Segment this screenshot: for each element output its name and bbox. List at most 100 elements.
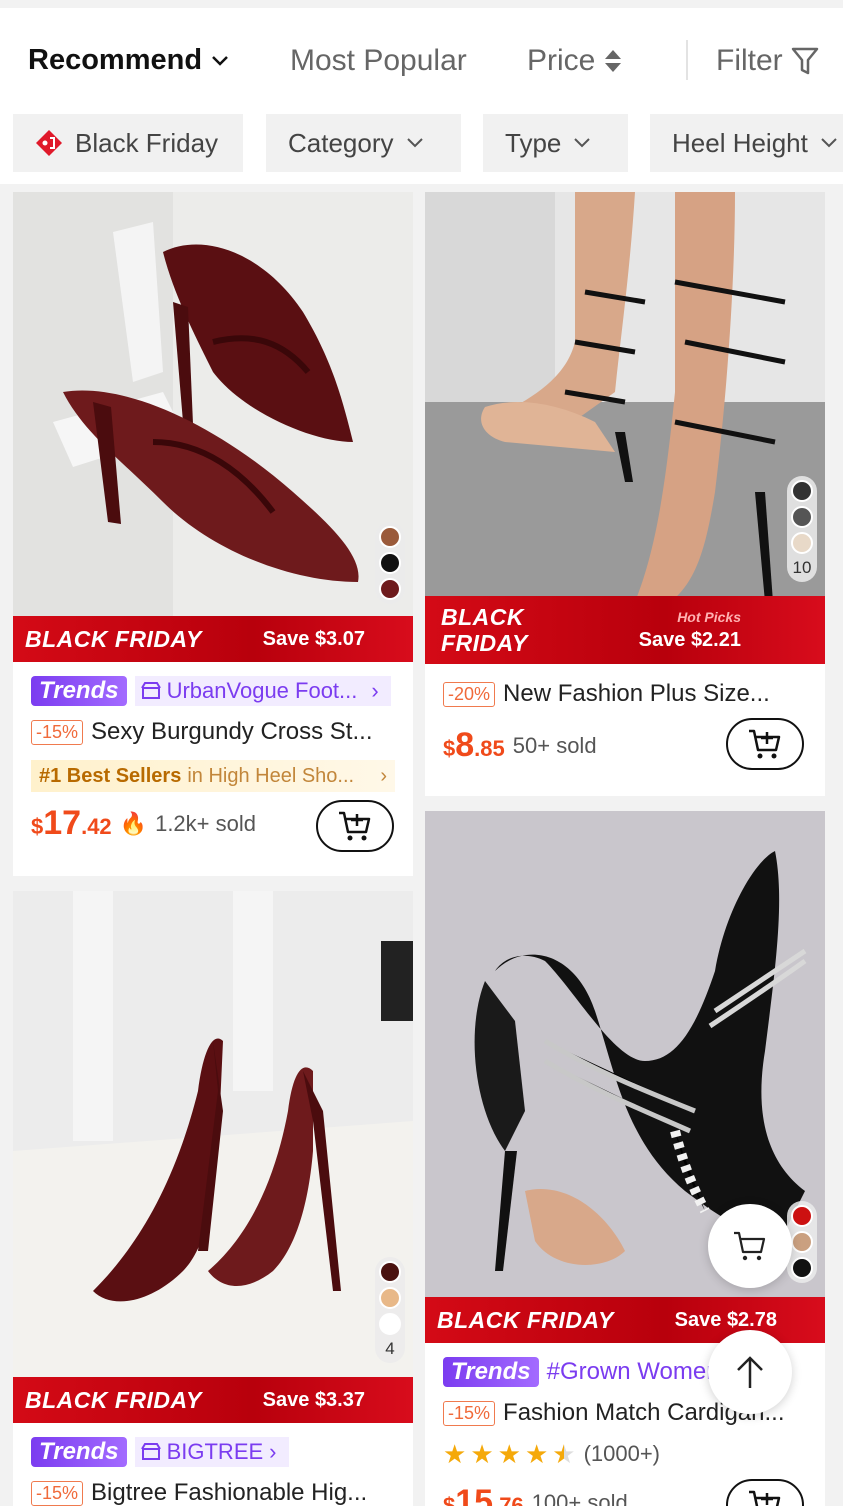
chip-black-friday-label: Black Friday: [75, 127, 219, 158]
filter-icon: [791, 47, 818, 75]
product-image[interactable]: [13, 192, 413, 617]
tag-icon: [36, 130, 62, 156]
product-card[interactable]: BLACK FRIDAY Save $3.07 Trends UrbanVogu…: [13, 192, 413, 876]
swatch[interactable]: [791, 506, 813, 528]
title-row: -15% Bigtree Fashionable Hig...: [31, 1479, 395, 1506]
store-link[interactable]: UrbanVogue Foot... ›: [134, 676, 391, 706]
price-integer: 17: [43, 804, 82, 842]
title-row: -15% Sexy Burgundy Cross St...: [31, 718, 395, 746]
add-to-cart-button[interactable]: [726, 1479, 804, 1506]
discount-badge: -15%: [443, 1400, 496, 1426]
filter-label: Filter: [716, 44, 783, 77]
product-title[interactable]: Sexy Burgundy Cross St...: [91, 718, 372, 746]
chip-category-label: Category: [288, 127, 394, 158]
title-row: -20% New Fashion Plus Size...: [443, 680, 807, 708]
star-icon: ★: [443, 1441, 467, 1467]
hot-picks-label: Hot Picks: [677, 608, 741, 625]
sort-price[interactable]: Price: [527, 44, 623, 78]
star-icon: ★: [524, 1441, 549, 1467]
swatch[interactable]: [379, 552, 401, 574]
swatch[interactable]: [791, 1257, 813, 1279]
swatch-count: 4: [385, 1339, 395, 1358]
banner-right: Hot Picks Save $2.21: [639, 609, 741, 652]
store-row: Trends BIGTREE ›: [31, 1437, 395, 1467]
price: $ 15 .76: [443, 1483, 524, 1506]
rating-count: (1000+): [583, 1441, 661, 1466]
bestseller-row[interactable]: #1 Best Sellers in High Heel Sho... ›: [31, 760, 395, 792]
sort-most-popular-label: Most Popular: [290, 44, 467, 77]
fire-icon: 🔥: [119, 810, 148, 836]
bestseller-category: in High Heel Sho...: [187, 764, 355, 787]
sold-count: 50+ sold: [512, 732, 597, 758]
sort-divider: [686, 40, 688, 80]
price: $ 8 .85: [443, 726, 505, 765]
save-amount: Save $3.37: [262, 1388, 365, 1411]
sort-recommend[interactable]: Recommend: [28, 44, 230, 77]
product-title[interactable]: New Fashion Plus Size...: [503, 680, 770, 708]
trends-badge: Trends: [31, 676, 127, 706]
product-card[interactable]: 10 BLACK FRIDAY Hot Picks Save $2.21 -20…: [425, 192, 825, 796]
swatch[interactable]: [379, 1313, 401, 1335]
product-image[interactable]: [425, 192, 825, 620]
floating-cart-button[interactable]: [708, 1204, 792, 1288]
swatch[interactable]: [791, 532, 813, 554]
discount-badge: -15%: [31, 1480, 84, 1506]
chip-heel-height[interactable]: Heel Height: [650, 114, 843, 172]
chip-category[interactable]: Category: [266, 114, 461, 172]
sort-most-popular[interactable]: Most Popular: [290, 44, 467, 78]
black-friday-banner: BLACK FRIDAY Save $3.07: [13, 616, 413, 662]
swatch[interactable]: [379, 1287, 401, 1309]
chip-heel-height-label: Heel Height: [672, 127, 808, 158]
color-swatches[interactable]: 10: [787, 476, 817, 582]
star-icon: ★: [470, 1441, 494, 1467]
arrow-up-icon: [737, 1356, 763, 1388]
product-title[interactable]: Bigtree Fashionable Hig...: [91, 1479, 367, 1506]
swatch[interactable]: [791, 1231, 813, 1253]
chevron-right-icon: ›: [269, 1439, 277, 1464]
trend-tag[interactable]: #Grown Women: [547, 1358, 720, 1386]
save-amount: Save $3.07: [262, 627, 365, 650]
store-icon: [140, 682, 161, 699]
price-currency: $: [443, 736, 456, 761]
swatch[interactable]: [791, 1205, 813, 1227]
product-card[interactable]: 4 BLACK FRIDAY Save $3.37 Trends BIGTREE…: [13, 891, 413, 1506]
store-link[interactable]: BIGTREE ›: [134, 1437, 289, 1467]
save-amount: Save $2.21: [638, 628, 741, 651]
banner-label: BLACK FRIDAY: [441, 604, 528, 656]
filter-button[interactable]: Filter: [716, 44, 819, 78]
color-swatches[interactable]: 4: [375, 1257, 405, 1363]
discount-badge: -20%: [443, 681, 496, 707]
swatch[interactable]: [379, 526, 401, 548]
price-integer: 15: [455, 1483, 494, 1506]
store-name: BIGTREE: [166, 1439, 264, 1464]
color-swatches[interactable]: [375, 522, 405, 604]
swatch[interactable]: [379, 1261, 401, 1283]
add-to-cart-button[interactable]: [316, 800, 394, 852]
add-to-cart-button[interactable]: [726, 718, 804, 770]
back-to-top-button[interactable]: [708, 1330, 792, 1414]
top-bar: Recommend Most Popular Price Filter Blac…: [0, 8, 843, 184]
trends-badge: Trends: [31, 1437, 127, 1467]
discount-badge: -15%: [31, 719, 84, 745]
star-icon: ★: [497, 1441, 521, 1467]
add-cart-icon: [749, 1490, 781, 1506]
half-star-icon: ★: [552, 1441, 576, 1467]
swatch[interactable]: [791, 480, 813, 502]
chip-black-friday[interactable]: Black Friday: [13, 114, 243, 172]
banner-label: BLACK FRIDAY: [25, 625, 202, 652]
product-image[interactable]: [13, 891, 413, 1379]
sold-count: 1.2k+ sold: [155, 810, 256, 836]
filter-chips: Black Friday Category Type Heel Height: [0, 114, 843, 174]
trends-badge: Trends: [443, 1357, 539, 1387]
chip-type-label: Type: [505, 127, 562, 158]
banner-label: BLACK FRIDAY: [25, 1386, 202, 1413]
store-name: UrbanVogue Foot...: [166, 678, 358, 703]
sort-arrows-icon: [605, 50, 622, 72]
bestseller-badge[interactable]: #1 Best Sellers in High Heel Sho... ›: [31, 760, 395, 792]
price-decimal: .42: [81, 814, 112, 839]
chip-type[interactable]: Type: [483, 114, 628, 172]
cart-icon: [734, 1231, 766, 1261]
save-amount: Save $2.78: [674, 1308, 777, 1331]
swatch[interactable]: [379, 578, 401, 600]
sold-count: 100+ sold: [531, 1489, 628, 1506]
